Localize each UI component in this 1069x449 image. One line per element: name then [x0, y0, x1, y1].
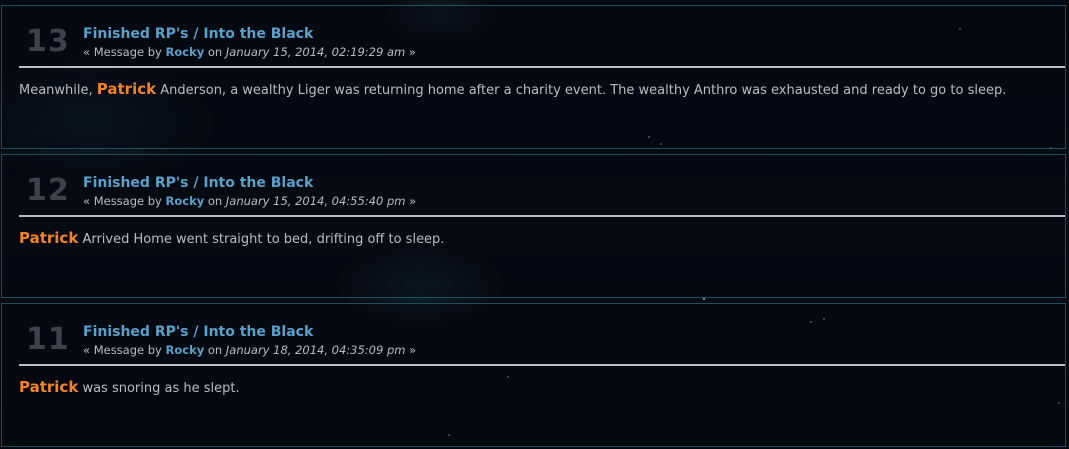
body-prefix: Meanwhile, — [19, 83, 93, 98]
post-11: 11 Finished RP's / Into the Black « Mess… — [1, 303, 1066, 447]
author-link[interactable]: Rocky — [166, 45, 205, 59]
post-divider — [19, 364, 1065, 366]
post-meta: « Message by Rocky on January 18, 2014, … — [83, 343, 416, 357]
post-date: January 18, 2014, 04:35:09 pm — [225, 343, 406, 357]
post-date: January 15, 2014, 04:55:40 pm — [225, 194, 406, 208]
board-link[interactable]: Finished RP's — [83, 324, 188, 340]
highlighted-name: Patrick — [19, 229, 79, 247]
forum-page: 13 Finished RP's / Into the Black « Mess… — [0, 0, 1069, 449]
post-body: Patrick Arrived Home went straight to be… — [19, 229, 444, 247]
post-divider — [19, 215, 1065, 217]
post-body: Patrick was snoring as he slept. — [19, 378, 240, 396]
title-separator: / — [193, 175, 199, 191]
author-link[interactable]: Rocky — [166, 194, 205, 208]
post-title: Finished RP's / Into the Black — [83, 324, 313, 340]
post-number: 13 — [26, 24, 70, 59]
author-link[interactable]: Rocky — [166, 343, 205, 357]
body-text: Anderson, a wealthy Liger was returning … — [160, 83, 1007, 98]
topic-link[interactable]: Into the Black — [203, 26, 313, 42]
post-title: Finished RP's / Into the Black — [83, 26, 313, 42]
post-13: 13 Finished RP's / Into the Black « Mess… — [1, 5, 1066, 149]
title-separator: / — [193, 26, 199, 42]
post-meta: « Message by Rocky on January 15, 2014, … — [83, 194, 416, 208]
meta-suffix: » — [409, 343, 417, 357]
meta-suffix: » — [409, 194, 417, 208]
meta-on: on — [207, 45, 223, 59]
post-number: 12 — [26, 173, 70, 208]
board-link[interactable]: Finished RP's — [83, 175, 188, 191]
body-text: was snoring as he slept. — [82, 381, 240, 396]
post-meta: « Message by Rocky on January 15, 2014, … — [83, 45, 416, 59]
topic-link[interactable]: Into the Black — [203, 175, 313, 191]
meta-suffix: » — [408, 45, 416, 59]
meta-prefix: « Message by — [83, 343, 162, 357]
meta-prefix: « Message by — [83, 45, 162, 59]
body-text: Arrived Home went straight to bed, drift… — [82, 232, 445, 247]
title-separator: / — [193, 324, 199, 340]
meta-prefix: « Message by — [83, 194, 162, 208]
post-divider — [19, 66, 1065, 68]
star-decoration — [703, 298, 705, 300]
board-link[interactable]: Finished RP's — [83, 26, 188, 42]
post-title: Finished RP's / Into the Black — [83, 175, 313, 191]
highlighted-name: Patrick — [19, 378, 79, 396]
meta-on: on — [207, 343, 223, 357]
topic-link[interactable]: Into the Black — [203, 324, 313, 340]
post-body: Meanwhile, Patrick Anderson, a wealthy L… — [19, 80, 1006, 98]
highlighted-name: Patrick — [96, 80, 157, 98]
post-date: January 15, 2014, 02:19:29 am — [225, 45, 406, 59]
post-12: 12 Finished RP's / Into the Black « Mess… — [1, 154, 1066, 298]
post-number: 11 — [26, 322, 70, 357]
meta-on: on — [207, 194, 223, 208]
